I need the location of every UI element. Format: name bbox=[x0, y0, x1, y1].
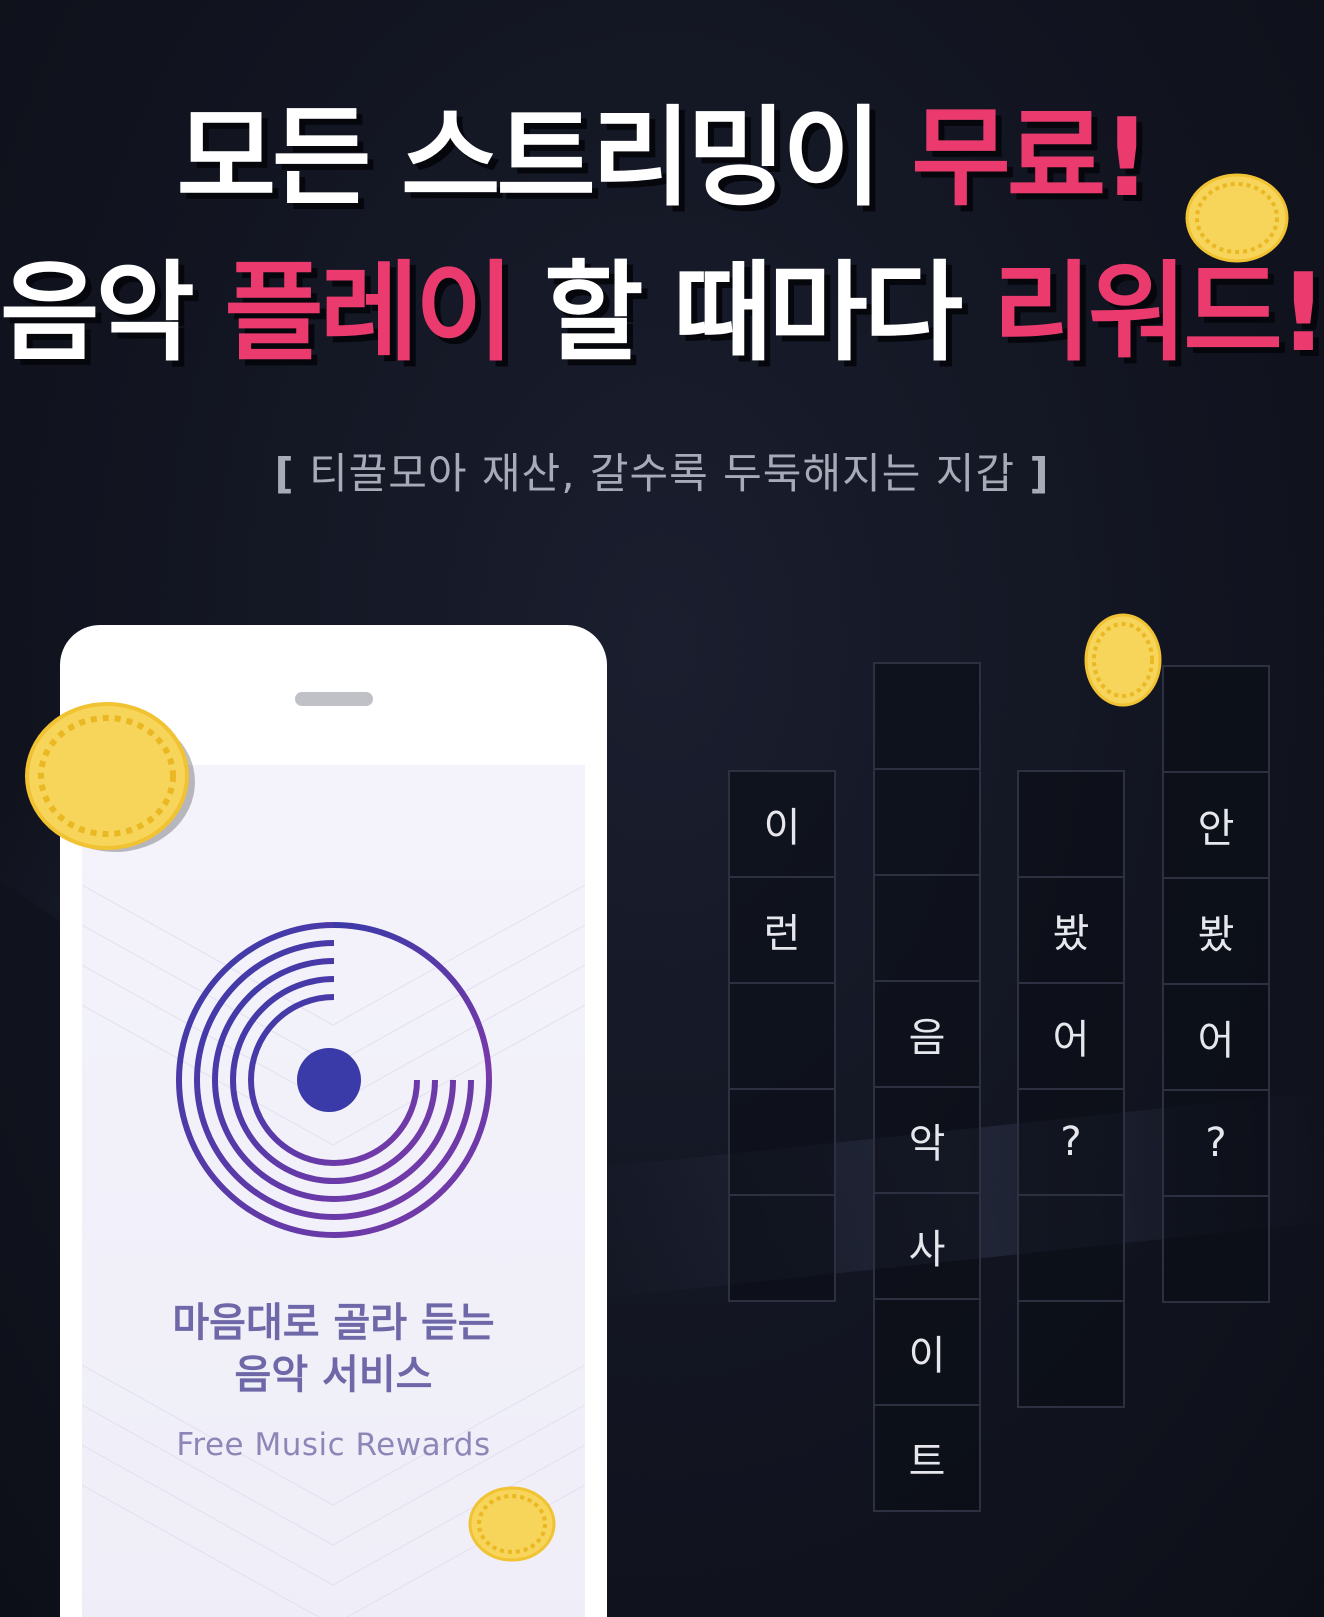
phone-speaker bbox=[295, 692, 373, 706]
headline-text: 음악 bbox=[0, 251, 225, 376]
app-name-line-1: 마음대로 골라 듣는 bbox=[172, 1300, 495, 1346]
grid-cell bbox=[1017, 1300, 1125, 1408]
grid-cell: ? bbox=[1162, 1089, 1270, 1197]
grid-cell: 어 bbox=[1162, 983, 1270, 1091]
grid-cell: 런 bbox=[728, 876, 836, 984]
coin-icon bbox=[1185, 173, 1289, 263]
grid-cell: 악 bbox=[873, 1086, 981, 1194]
app-subtitle: Free Music Rewards bbox=[176, 1427, 491, 1463]
grid-cell bbox=[873, 768, 981, 876]
grid-cell bbox=[1017, 1194, 1125, 1302]
music-disc-logo-icon bbox=[176, 922, 492, 1238]
grid-column-4: 안 봤 어 ? bbox=[1162, 665, 1270, 1303]
headline-accent-reward: 리워드! bbox=[992, 251, 1324, 376]
grid-cell: 이 bbox=[728, 770, 836, 878]
grid-cell: 사 bbox=[873, 1192, 981, 1300]
grid-cell: 이 bbox=[873, 1298, 981, 1406]
tagline-bracket-close: ] bbox=[1029, 449, 1050, 498]
grid-column-3: 봤 어 ? bbox=[1017, 770, 1125, 1408]
tagline-text: 티끌모아 재산, 갈수록 두둑해지는 지갑 bbox=[309, 449, 1015, 498]
headline-accent-play: 플레이 bbox=[224, 251, 514, 376]
grid-cell: ? bbox=[1017, 1088, 1125, 1196]
headline-text: 할 때마다 bbox=[510, 251, 993, 376]
grid-cell bbox=[1017, 770, 1125, 878]
headline-accent-free: 무료! bbox=[911, 96, 1151, 221]
grid-cell bbox=[873, 874, 981, 982]
coin-icon bbox=[468, 1486, 556, 1562]
grid-cell bbox=[873, 662, 981, 770]
grid-cell: 봤 bbox=[1162, 877, 1270, 985]
coin-icon bbox=[25, 702, 195, 852]
grid-cell bbox=[1162, 665, 1270, 773]
grid-cell bbox=[728, 982, 836, 1090]
coin-icon bbox=[1084, 613, 1162, 707]
headline-line-1: 모든 스트리밍이 무료! bbox=[0, 105, 1324, 213]
grid-column-2: 음 악 사 이 트 bbox=[873, 662, 981, 1512]
headline-text: 모든 스트리밍이 bbox=[176, 96, 912, 221]
tagline-bracket-open: [ bbox=[274, 449, 295, 498]
grid-column-1: 이 런 bbox=[728, 770, 836, 1302]
grid-cell: 봤 bbox=[1017, 876, 1125, 984]
tagline: [ 티끌모아 재산, 갈수록 두둑해지는 지갑 ] bbox=[0, 440, 1324, 501]
grid-cell bbox=[1162, 1195, 1270, 1303]
grid-cell: 음 bbox=[873, 980, 981, 1088]
grid-cell: 안 bbox=[1162, 771, 1270, 879]
grid-cell: 트 bbox=[873, 1404, 981, 1512]
grid-cell bbox=[728, 1088, 836, 1196]
grid-cell bbox=[728, 1194, 836, 1302]
grid-cell: 어 bbox=[1017, 982, 1125, 1090]
headline-line-2: 음악 플레이 할 때마다 리워드! bbox=[0, 260, 1324, 368]
app-name-line-2: 음악 서비스 bbox=[234, 1352, 433, 1398]
